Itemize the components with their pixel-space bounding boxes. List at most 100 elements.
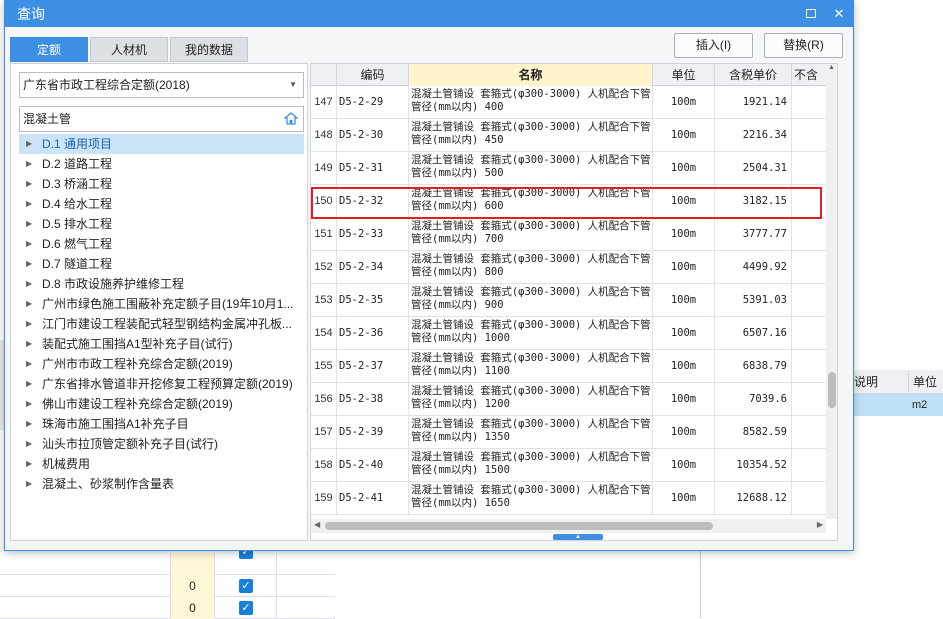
table-row[interactable]: 153 D5-2-35 混凝土管铺设 套箍式(φ300-3000) 人机配合下管管径… (311, 284, 829, 317)
tree-item[interactable]: ▶ D.3 桥涵工程 (19, 174, 304, 194)
table-row[interactable]: 157 D5-2-39 混凝土管铺设 套箍式(φ300-3000) 人机配合下管管径… (311, 416, 829, 449)
expand-caret-icon[interactable]: ▶ (26, 174, 34, 194)
expand-caret-icon[interactable]: ▶ (26, 234, 34, 254)
table-row[interactable]: 147 D5-2-29 混凝土管铺设 套箍式(φ300-3000) 人机配合下管管径… (311, 86, 829, 119)
tree-item[interactable]: ▶ D.5 排水工程 (19, 214, 304, 234)
header-code[interactable]: 编码 (337, 64, 409, 86)
dialog-tabs: 定额 人材机 我的数据 (10, 37, 250, 62)
table-row[interactable]: 159 D5-2-41 混凝土管铺设 套箍式(φ300-3000) 人机配合下管管径… (311, 482, 829, 515)
background-bottom-grid: ✓ 0 ✓ 0 ✓ (0, 545, 335, 619)
tree-item[interactable]: ▶ 广州市绿色施工围蔽补充定额子目(19年10月1... (19, 294, 304, 314)
vertical-scrollbar[interactable]: ▲ (826, 64, 837, 519)
tree-item[interactable]: ▶ 佛山市建设工程补充综合定额(2019) (19, 394, 304, 414)
tree-item-label: D.4 给水工程 (42, 197, 113, 211)
expand-caret-icon[interactable]: ▶ (26, 454, 34, 474)
tree-item[interactable]: ▶ D.2 道路工程 (19, 154, 304, 174)
row-code: D5-2-33 (337, 218, 409, 250)
table-row[interactable]: 154 D5-2-36 混凝土管铺设 套箍式(φ300-3000) 人机配合下管管径… (311, 317, 829, 350)
row-price: 6507.16 (715, 317, 792, 349)
row-price: 1921.14 (715, 86, 792, 118)
search-input[interactable]: 混凝土管 (19, 106, 304, 132)
expand-caret-icon[interactable]: ▶ (26, 274, 34, 294)
table-row[interactable]: 150 D5-2-32 混凝土管铺设 套箍式(φ300-3000) 人机配合下管管径… (311, 185, 829, 218)
tree-item[interactable]: ▶ 机械费用 (19, 454, 304, 474)
row-index: 157 (311, 416, 337, 448)
row-price: 3777.77 (715, 218, 792, 250)
scroll-right-icon[interactable]: ▶ (817, 520, 823, 529)
insert-button[interactable]: 插入(I) (674, 33, 753, 58)
tree-item[interactable]: ▶ 江门市建设工程装配式轻型钢结构金属冲孔板... (19, 314, 304, 334)
row-unit: 100m (653, 86, 715, 118)
table-row[interactable]: 152 D5-2-34 混凝土管铺设 套箍式(φ300-3000) 人机配合下管管径… (311, 251, 829, 284)
table-row[interactable]: 148 D5-2-30 混凝土管铺设 套箍式(φ300-3000) 人机配合下管管径… (311, 119, 829, 152)
table-row[interactable]: 149 D5-2-31 混凝土管铺设 套箍式(φ300-3000) 人机配合下管管径… (311, 152, 829, 185)
expand-caret-icon[interactable]: ▶ (26, 374, 34, 394)
expand-caret-icon[interactable]: ▶ (26, 414, 34, 434)
tab-my-data[interactable]: 我的数据 (170, 37, 248, 62)
expand-caret-icon[interactable]: ▶ (26, 294, 34, 314)
chevron-down-icon: ▼ (289, 80, 297, 89)
tab-quota[interactable]: 定额 (10, 37, 88, 62)
background-row-unit: m2 (912, 399, 928, 411)
close-button[interactable]: ✕ (825, 1, 853, 27)
table-row[interactable]: 151 D5-2-33 混凝土管铺设 套箍式(φ300-3000) 人机配合下管管径… (311, 218, 829, 251)
expand-caret-icon[interactable]: ▶ (26, 434, 34, 454)
header-price-with-tax[interactable]: 含税单价 (715, 64, 792, 86)
expand-caret-icon[interactable]: ▶ (26, 474, 34, 494)
tree-item[interactable]: ▶ 广州市市政工程补充综合定额(2019) (19, 354, 304, 374)
tree-item-label: D.1 通用项目 (42, 137, 113, 151)
expand-caret-icon[interactable]: ▶ (26, 254, 34, 274)
locate-icon[interactable] (284, 112, 298, 125)
scroll-up-icon[interactable]: ▲ (826, 64, 837, 74)
expand-caret-icon[interactable]: ▶ (26, 334, 34, 354)
horizontal-scrollbar[interactable]: ◀ ▶ (311, 519, 826, 533)
table-row[interactable]: 156 D5-2-38 混凝土管铺设 套箍式(φ300-3000) 人机配合下管管径… (311, 383, 829, 416)
tree-item[interactable]: ▶ 珠海市施工围挡A1补充子目 (19, 414, 304, 434)
maximize-button[interactable] (797, 1, 825, 27)
expand-caret-icon[interactable]: ▶ (26, 354, 34, 374)
table-row[interactable]: ✓ (0, 545, 335, 575)
tree-item-label: 混凝土、砂浆制作含量表 (42, 477, 175, 491)
background-right-header: 说明 单位 (850, 370, 943, 394)
tab-labor-material-machine[interactable]: 人材机 (90, 37, 168, 62)
library-select[interactable]: 广东省市政工程综合定额(2018) ▼ (19, 72, 304, 98)
tree-item[interactable]: ▶ 汕头市拉顶管定额补充子目(试行) (19, 434, 304, 454)
tree-item[interactable]: ▶ D.6 燃气工程 (19, 234, 304, 254)
header-unit[interactable]: 单位 (653, 64, 715, 86)
header-price-without-tax[interactable]: 不含 (792, 64, 829, 86)
replace-button[interactable]: 替换(R) (764, 33, 843, 58)
dialog-titlebar[interactable]: 查询 ✕ (5, 1, 853, 27)
tree-item-label: 广东省排水管道非开挖修复工程预算定额(2019) (42, 377, 293, 391)
expand-caret-icon[interactable]: ▶ (26, 154, 34, 174)
tree-item[interactable]: ▶ 装配式施工围挡A1型补充子目(试行) (19, 334, 304, 354)
horizontal-scroll-thumb[interactable] (325, 522, 713, 530)
expand-caret-icon[interactable]: ▶ (26, 214, 34, 234)
vertical-scroll-thumb[interactable] (828, 372, 836, 408)
tree-item[interactable]: ▶ D.7 隧道工程 (19, 254, 304, 274)
tree-item[interactable]: ▶ 混凝土、砂浆制作含量表 (19, 474, 304, 494)
checkbox-checked-icon[interactable]: ✓ (239, 579, 253, 593)
tree-item[interactable]: ▶ D.8 市政设施养护维修工程 (19, 274, 304, 294)
tree-item[interactable]: ▶ D.1 通用项目 (19, 134, 304, 154)
expand-caret-icon[interactable]: ▶ (26, 194, 34, 214)
row-index: 155 (311, 350, 337, 382)
expand-caret-icon[interactable]: ▶ (26, 314, 34, 334)
table-row[interactable]: 158 D5-2-40 混凝土管铺设 套箍式(φ300-3000) 人机配合下管管径… (311, 449, 829, 482)
table-row[interactable]: 155 D5-2-37 混凝土管铺设 套箍式(φ300-3000) 人机配合下管管径… (311, 350, 829, 383)
tree-item-label: 珠海市施工围挡A1补充子目 (42, 417, 189, 431)
splitter-handle[interactable]: ▲ (553, 534, 603, 540)
background-selected-row[interactable]: m2 (850, 394, 943, 416)
expand-caret-icon[interactable]: ▶ (26, 134, 34, 154)
tree-item[interactable]: ▶ D.4 给水工程 (19, 194, 304, 214)
tree-item[interactable]: ▶ 广东省排水管道非开挖修复工程预算定额(2019) (19, 374, 304, 394)
checkbox-checked-icon[interactable]: ✓ (239, 601, 253, 615)
scroll-left-icon[interactable]: ◀ (314, 520, 320, 529)
category-tree: ▶ D.1 通用项目 ▶ D.2 道路工程 ▶ D.3 桥涵工程 ▶ D.4 给水工程 ▶ D.5… (19, 134, 304, 494)
row-price-without-tax (792, 449, 829, 481)
expand-caret-icon[interactable]: ▶ (26, 394, 34, 414)
table-row[interactable]: 0 ✓ (0, 575, 335, 597)
close-icon: ✕ (833, 6, 845, 21)
row-name: 混凝土管铺设 套箍式(φ300-3000) 人机配合下管管径(mm以内) 900 (409, 284, 653, 316)
table-row[interactable]: 0 ✓ (0, 597, 335, 619)
header-name[interactable]: 名称 (409, 64, 653, 86)
